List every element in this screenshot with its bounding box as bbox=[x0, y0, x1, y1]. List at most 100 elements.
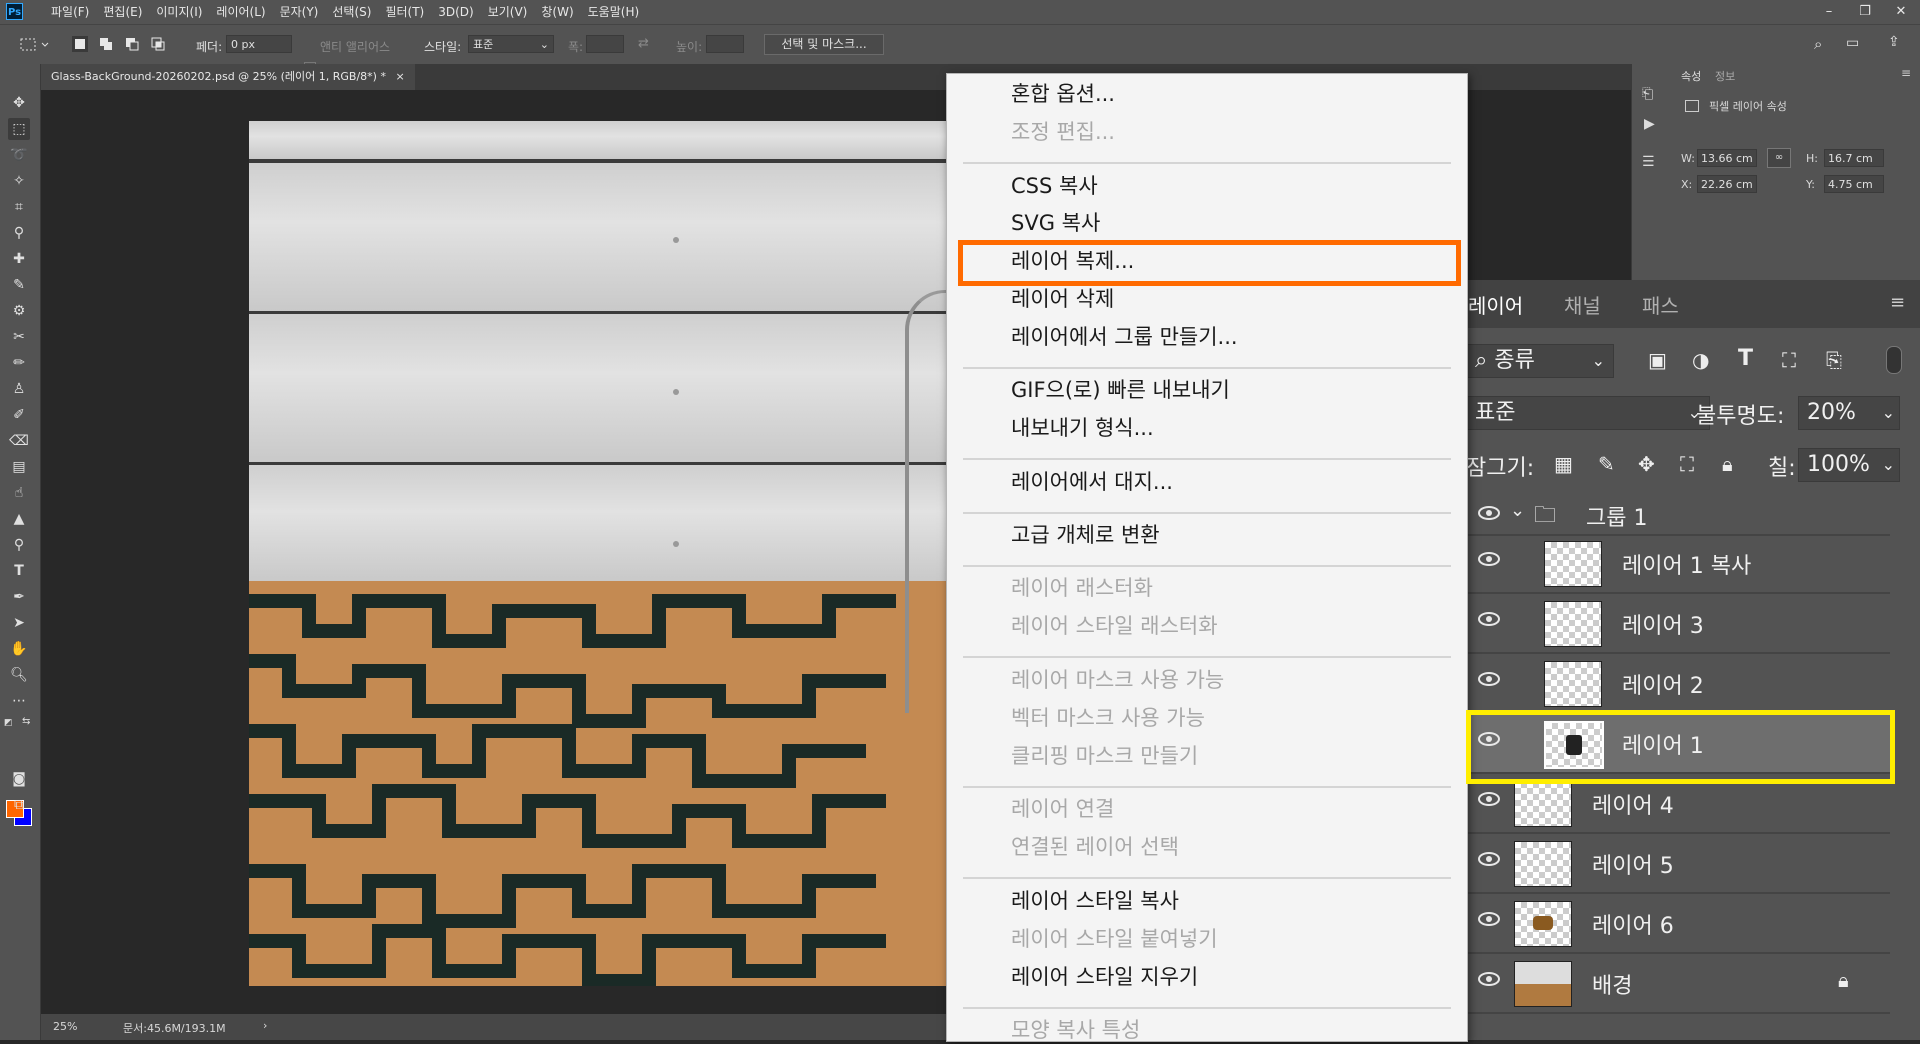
lock-all-icon[interactable]: 🔒︎ bbox=[1722, 452, 1733, 476]
document-canvas-image[interactable] bbox=[249, 121, 949, 986]
width-input[interactable] bbox=[586, 35, 624, 53]
tab-properties[interactable]: 속성 bbox=[1681, 68, 1701, 84]
eraser-tool-icon[interactable]: ⌫ bbox=[8, 430, 30, 452]
menu-type[interactable]: 문자(Y) bbox=[273, 0, 326, 24]
layer-row[interactable]: 레이어 6 bbox=[1466, 894, 1890, 954]
path-selection-tool-icon[interactable]: ➤ bbox=[8, 612, 30, 634]
hand-tool-icon[interactable]: ✋ bbox=[8, 638, 30, 660]
lock-position-icon[interactable]: ✥ bbox=[1638, 452, 1655, 476]
history-brush-tool-icon[interactable]: ✂ bbox=[8, 326, 30, 348]
visibility-eye-icon[interactable] bbox=[1478, 972, 1500, 986]
libraries-panel-icon[interactable]: ☰ bbox=[1642, 154, 1655, 170]
menu-select[interactable]: 선택(S) bbox=[325, 0, 378, 24]
menu-filter[interactable]: 필터(T) bbox=[378, 0, 431, 24]
visibility-eye-icon[interactable] bbox=[1478, 506, 1500, 520]
layers-menu-icon[interactable]: ≡ bbox=[1890, 292, 1905, 313]
menu-item-quick-export-gif[interactable]: GIF으(로) 빠른 내보내기 bbox=[1011, 376, 1230, 404]
menu-edit[interactable]: 편집(E) bbox=[96, 0, 149, 24]
screen-mode-icon[interactable]: ⧉ bbox=[8, 794, 30, 816]
panel-menu-icon[interactable]: ≡ bbox=[1901, 66, 1911, 80]
zoom-tool-icon[interactable]: 🔍︎ bbox=[8, 664, 30, 686]
menu-image[interactable]: 이미지(I) bbox=[149, 0, 209, 24]
menu-item-convert-smart-object[interactable]: 고급 개체로 변환 bbox=[1011, 521, 1160, 549]
menu-help[interactable]: 도움말(H) bbox=[581, 0, 647, 24]
eyedropper-tool-icon[interactable]: ⚲ bbox=[8, 222, 30, 244]
visibility-eye-icon[interactable] bbox=[1478, 612, 1500, 626]
status-menu-arrow-icon[interactable]: › bbox=[263, 1019, 267, 1032]
magic-wand-tool-icon[interactable]: ✧ bbox=[8, 170, 30, 192]
pattern-stamp-tool-icon[interactable]: ⚙ bbox=[8, 300, 30, 322]
minimize-icon[interactable]: – bbox=[1814, 0, 1844, 24]
add-selection-icon[interactable] bbox=[98, 36, 114, 52]
tab-channels[interactable]: 채널 bbox=[1564, 290, 1601, 319]
feather-input[interactable]: 0 px bbox=[226, 35, 292, 53]
clone-stamp-tool-icon[interactable]: ♙ bbox=[8, 378, 30, 400]
layer-filter-select[interactable]: ⌕ 종류 ⌄ bbox=[1466, 344, 1614, 378]
document-tab[interactable]: Glass-BackGround-20260202.psd @ 25% (레이어… bbox=[41, 64, 415, 90]
more-tools-icon[interactable]: ⋯ bbox=[8, 690, 30, 712]
width-prop-input[interactable]: 13.66 cm bbox=[1697, 149, 1757, 167]
x-prop-input[interactable]: 22.26 cm bbox=[1697, 175, 1757, 193]
menu-item-delete-layer[interactable]: 레이어 삭제 bbox=[1011, 285, 1114, 313]
tab-paths[interactable]: 패스 bbox=[1642, 290, 1679, 319]
quick-mask-icon[interactable]: ◙ bbox=[8, 768, 30, 790]
brush-tool-icon[interactable]: ✎ bbox=[8, 274, 30, 296]
menu-item-clear-layer-style[interactable]: 레이어 스타일 지우기 bbox=[1011, 963, 1198, 991]
type-tool-icon[interactable]: T bbox=[8, 560, 30, 582]
filter-toggle[interactable] bbox=[1886, 346, 1902, 374]
close-tab-icon[interactable]: × bbox=[395, 70, 404, 83]
actions-play-icon[interactable]: ▶ bbox=[1644, 116, 1655, 132]
visibility-eye-icon[interactable] bbox=[1478, 852, 1500, 866]
rect-marquee-tool-icon[interactable]: ⬚ bbox=[8, 118, 30, 140]
shape-filter-icon[interactable]: ⛶ bbox=[1782, 348, 1796, 372]
swap-icon[interactable]: ⇄ bbox=[638, 36, 649, 51]
layer-row-group[interactable]: ⌄ 🗀 그룹 1 bbox=[1466, 494, 1890, 536]
menu-item-copy-css[interactable]: CSS 복사 bbox=[1011, 172, 1098, 200]
gradient-tool-icon[interactable]: ▤ bbox=[8, 456, 30, 478]
pencil-tool-icon[interactable]: ✏ bbox=[8, 352, 30, 374]
healing-brush-tool-icon[interactable]: ✚ bbox=[8, 248, 30, 270]
layer-row[interactable]: 레이어 3 bbox=[1466, 594, 1890, 654]
menu-layer[interactable]: 레이어(L) bbox=[209, 0, 272, 24]
subtract-selection-icon[interactable] bbox=[124, 36, 140, 52]
visibility-eye-icon[interactable] bbox=[1478, 552, 1500, 566]
dodge-tool-icon[interactable]: ⚲ bbox=[8, 534, 30, 556]
lock-artboard-icon[interactable]: ⛶ bbox=[1680, 452, 1694, 476]
move-tool-icon[interactable]: ✥ bbox=[8, 92, 30, 114]
smudge-tool-icon[interactable]: ☝ bbox=[8, 482, 30, 504]
lock-image-icon[interactable]: ✎ bbox=[1598, 452, 1615, 476]
pen-tool-icon[interactable]: ✒ bbox=[8, 586, 30, 608]
select-and-mask-button[interactable]: 선택 및 마스크... bbox=[764, 34, 884, 55]
opacity-input[interactable]: 20% ⌄ bbox=[1798, 396, 1900, 430]
tab-info[interactable]: 정보 bbox=[1715, 68, 1735, 84]
layer-row[interactable]: 레이어 1 복사 bbox=[1466, 534, 1890, 594]
visibility-eye-icon[interactable] bbox=[1478, 792, 1500, 806]
share-icon[interactable]: ⇪ bbox=[1888, 34, 1900, 50]
sharpen-tool-icon[interactable]: ▲ bbox=[8, 508, 30, 530]
visibility-eye-icon[interactable] bbox=[1478, 672, 1500, 686]
workspace-icon[interactable]: ▭ bbox=[1846, 35, 1859, 51]
menu-item-blending-options[interactable]: 혼합 옵션... bbox=[1011, 80, 1115, 108]
menu-window[interactable]: 창(W) bbox=[534, 0, 580, 24]
link-icon[interactable]: ∞ bbox=[1767, 148, 1791, 168]
intersect-selection-icon[interactable] bbox=[150, 36, 166, 52]
tab-layers[interactable]: 레이어 bbox=[1468, 290, 1523, 319]
adjustment-filter-icon[interactable]: ◑ bbox=[1692, 348, 1709, 372]
marquee-tool-preset-icon[interactable] bbox=[20, 37, 50, 53]
art-history-brush-tool-icon[interactable]: ✐ bbox=[8, 404, 30, 426]
visibility-eye-icon[interactable] bbox=[1478, 912, 1500, 926]
zoom-level[interactable]: 25% bbox=[53, 1020, 77, 1033]
menu-file[interactable]: 파일(F) bbox=[44, 0, 96, 24]
default-colors-icon[interactable]: ◩ bbox=[4, 718, 14, 728]
restore-icon[interactable]: ❐ bbox=[1850, 0, 1880, 24]
height-prop-input[interactable]: 16.7 cm bbox=[1824, 149, 1884, 167]
new-selection-icon[interactable] bbox=[72, 36, 88, 52]
menu-item-export-as[interactable]: 내보내기 형식... bbox=[1011, 414, 1154, 442]
close-window-icon[interactable]: ✕ bbox=[1886, 0, 1916, 24]
menu-item-copy-svg[interactable]: SVG 복사 bbox=[1011, 209, 1100, 237]
style-select[interactable]: 표준 ⌄ bbox=[468, 35, 554, 53]
crop-tool-icon[interactable]: ⌗ bbox=[8, 196, 30, 218]
search-icon[interactable]: ⌕ bbox=[1814, 35, 1822, 53]
menu-item-group-from-layers[interactable]: 레이어에서 그룹 만들기... bbox=[1011, 323, 1238, 351]
menu-view[interactable]: 보기(V) bbox=[481, 0, 535, 24]
